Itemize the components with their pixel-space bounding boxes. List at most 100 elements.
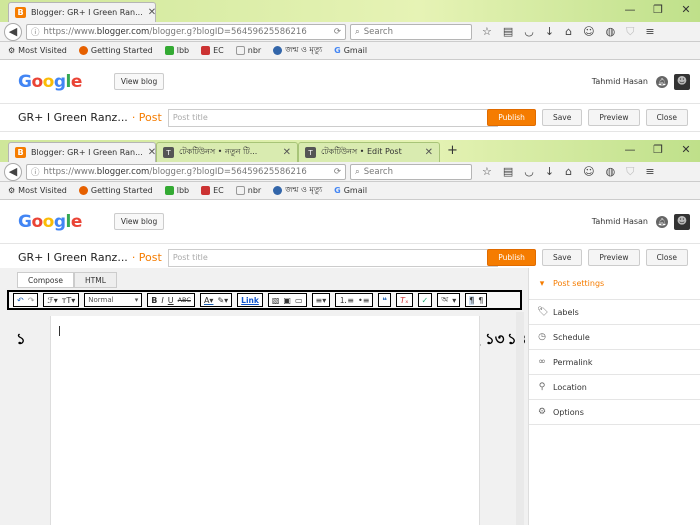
underline-icon[interactable]: U <box>168 296 174 305</box>
home-icon[interactable]: ⌂ <box>565 165 572 178</box>
bookmark-getting-started[interactable]: Getting Started <box>78 186 153 195</box>
download-icon[interactable]: ↓ <box>545 25 554 38</box>
user-name[interactable]: Tahmid Hasan <box>592 217 648 226</box>
menu-icon[interactable]: ≡ <box>645 165 654 178</box>
download-icon[interactable]: ↓ <box>545 165 554 178</box>
bookmark-nbr[interactable]: nbr <box>235 46 261 55</box>
bookmark-birth-death[interactable]: জন্ম ও মৃত্যু <box>273 184 322 197</box>
user-name[interactable]: Tahmid Hasan <box>592 77 648 86</box>
redo-icon[interactable]: ↷ <box>28 296 35 305</box>
bookmark-star-icon[interactable]: ☆ <box>482 25 492 38</box>
link-button[interactable]: Link <box>241 296 259 305</box>
align-icon[interactable]: ≡▾ <box>316 296 327 305</box>
input-language-icon[interactable]: অ <box>441 294 448 307</box>
sidebar-item-options[interactable]: ⚙ Options <box>529 400 700 425</box>
info-icon[interactable]: ⓘ <box>31 166 40 178</box>
url-bar[interactable]: ⓘ https://www.blogger.com/blogger.g?blog… <box>26 23 346 40</box>
bookmark-star-icon[interactable]: ☆ <box>482 165 492 178</box>
bookmark-gmail[interactable]: G Gmail <box>334 186 367 195</box>
search-input[interactable]: ⌕ Search <box>350 23 472 40</box>
home-icon[interactable]: ⌂ <box>565 25 572 38</box>
info-icon[interactable]: ⓘ <box>31 26 40 38</box>
avatar[interactable]: ☻ <box>674 73 690 90</box>
restore-icon[interactable]: ❐ <box>644 140 672 162</box>
pocket-icon[interactable]: ◡ <box>524 25 534 38</box>
extension-icon[interactable]: ◍ <box>606 165 616 178</box>
preview-button[interactable]: Preview <box>588 249 640 266</box>
view-blog-button[interactable]: View blog <box>113 73 165 90</box>
url-bar[interactable]: ⓘ https://www.blogger.com/blogger.g?blog… <box>26 163 346 180</box>
tab-techtunes-new[interactable]: T টেকটিউনস • নতুন টি... ✕ <box>156 142 298 162</box>
blog-name[interactable]: GR+ I Green Ranz... <box>18 251 128 264</box>
spellcheck-icon[interactable]: ✓ <box>422 296 429 305</box>
close-button[interactable]: Close <box>645 249 688 266</box>
save-button[interactable]: Save <box>541 249 583 266</box>
bookmark-ec[interactable]: EC <box>201 46 224 55</box>
bookmark-lbb[interactable]: lbb <box>164 46 189 55</box>
font-size-icon[interactable]: тT▾ <box>62 296 76 305</box>
tab-blogger[interactable]: B Blogger: GR+ I Green Ran... ✕ <box>8 2 156 22</box>
bookmark-most-visited[interactable]: ⚙ Most Visited <box>8 186 67 195</box>
remove-formatting-icon[interactable]: Tₓ <box>400 296 408 305</box>
post-title-input[interactable]: Post title <box>167 108 498 127</box>
google-logo[interactable]: Google <box>18 72 82 92</box>
notification-bell-icon[interactable]: 🔔︎ <box>656 215 668 228</box>
bulleted-list-icon[interactable]: •≡ <box>358 296 369 305</box>
close-tab-icon[interactable]: ✕ <box>148 7 155 18</box>
new-tab-icon[interactable]: + <box>447 143 458 158</box>
tab-html[interactable]: HTML <box>74 272 117 288</box>
pocket-icon[interactable]: ◡ <box>524 165 534 178</box>
post-settings-header[interactable]: ▾ Post settings <box>529 268 700 300</box>
close-window-icon[interactable]: ✕ <box>672 140 700 162</box>
tab-blogger[interactable]: B Blogger: GR+ I Green Ran... ✕ <box>8 142 156 162</box>
post-body-editor[interactable] <box>50 316 480 525</box>
save-button[interactable]: Save <box>541 109 583 126</box>
highlight-color-icon[interactable]: ✎▾ <box>217 296 228 305</box>
avatar[interactable]: ☻ <box>674 213 690 230</box>
post-title-input[interactable]: Post title <box>167 248 498 267</box>
emoji-icon[interactable]: ☺ <box>583 165 594 178</box>
google-logo[interactable]: Google <box>18 212 82 232</box>
close-tab-icon[interactable]: ✕ <box>283 147 291 158</box>
menu-icon[interactable]: ≡ <box>645 25 654 38</box>
blog-name[interactable]: GR+ I Green Ranz... <box>18 111 128 124</box>
publish-button[interactable]: Publish <box>487 249 536 266</box>
image-icon[interactable]: ▧ <box>272 296 280 305</box>
italic-icon[interactable]: I <box>161 296 163 305</box>
reload-icon[interactable]: ⟳ <box>334 27 341 37</box>
format-select[interactable]: Normal ▾ <box>84 293 143 307</box>
view-blog-button[interactable]: View blog <box>113 213 165 230</box>
minimize-icon[interactable]: — <box>616 0 644 22</box>
rtl-icon[interactable]: ¶ <box>478 296 483 305</box>
font-family-icon[interactable]: ℱ▾ <box>47 296 57 305</box>
bookmark-lbb[interactable]: lbb <box>164 186 189 195</box>
bookmark-birth-death[interactable]: জন্ম ও মৃত্যু <box>273 44 322 57</box>
reading-list-icon[interactable]: ▤ <box>503 25 513 38</box>
sidebar-item-permalink[interactable]: ∞ Permalink <box>529 350 700 375</box>
extension-icon[interactable]: ◍ <box>606 25 616 38</box>
undo-icon[interactable]: ↶ <box>17 296 24 305</box>
shield-icon[interactable]: ⛉ <box>626 165 634 179</box>
close-window-icon[interactable]: ✕ <box>672 0 700 22</box>
strikethrough-icon[interactable]: ABC <box>178 296 191 304</box>
back-button[interactable]: ◀ <box>4 22 22 41</box>
search-input[interactable]: ⌕ Search <box>350 163 472 180</box>
ltr-icon[interactable]: ¶ <box>469 295 475 305</box>
video-icon[interactable]: ▣ <box>283 296 291 305</box>
jump-break-icon[interactable]: ▭ <box>295 296 303 305</box>
bookmark-getting-started[interactable]: Getting Started <box>78 46 153 55</box>
reload-icon[interactable]: ⟳ <box>334 167 341 177</box>
bookmark-ec[interactable]: EC <box>201 186 224 195</box>
minimize-icon[interactable]: — <box>616 140 644 162</box>
restore-icon[interactable]: ❐ <box>644 0 672 22</box>
notification-bell-icon[interactable]: 🔔︎ <box>656 75 668 88</box>
close-tab-icon[interactable]: ✕ <box>148 147 155 158</box>
publish-button[interactable]: Publish <box>487 109 536 126</box>
sidebar-item-labels[interactable]: 🏷︎ Labels <box>529 300 700 325</box>
editor-scrollbar[interactable] <box>516 312 524 525</box>
chevron-down-icon[interactable]: ▾ <box>452 296 456 305</box>
text-color-icon[interactable]: A▾ <box>204 296 214 305</box>
tab-techtunes-edit[interactable]: T টেকটিউনস • Edit Post ✕ <box>298 142 440 162</box>
bookmark-most-visited[interactable]: ⚙ Most Visited <box>8 46 67 55</box>
bookmark-gmail[interactable]: G Gmail <box>334 46 367 55</box>
